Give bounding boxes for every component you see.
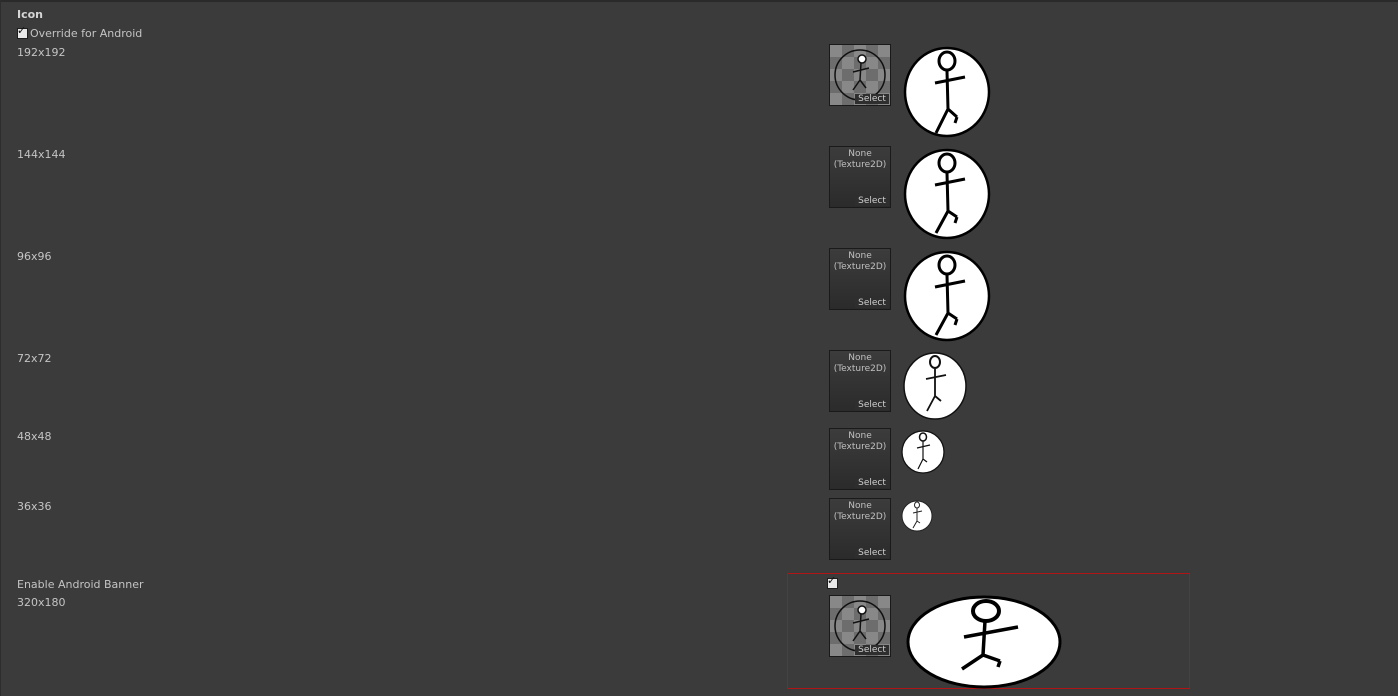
preview-192-stick-figure-icon	[903, 46, 991, 138]
select-button[interactable]: Select	[855, 94, 889, 104]
texture-slot-192[interactable]: Select	[829, 44, 891, 106]
size-label-192: 192x192	[17, 46, 66, 59]
select-button[interactable]: Select	[855, 298, 889, 308]
preview-96-stick-figure-icon	[903, 250, 991, 342]
override-checkbox[interactable]: ✓	[17, 24, 28, 39]
texture-slot-96[interactable]: None (Texture2D) Select	[829, 248, 891, 310]
preview-72-stick-figure-icon	[903, 352, 967, 420]
size-label-96: 96x96	[17, 250, 52, 263]
texture-slot-144[interactable]: None (Texture2D) Select	[829, 146, 891, 208]
texture-none-label: None (Texture2D)	[833, 149, 887, 170]
size-label-48: 48x48	[17, 430, 52, 443]
banner-enable-label: Enable Android Banner	[17, 578, 144, 591]
select-button[interactable]: Select	[855, 645, 889, 655]
texture-none-label: None (Texture2D)	[833, 251, 887, 272]
texture-slot-36[interactable]: None (Texture2D) Select	[829, 498, 891, 560]
select-button[interactable]: Select	[855, 400, 889, 410]
section-title: Icon	[17, 8, 44, 21]
override-label: Override for Android	[30, 27, 143, 40]
texture-slot-48[interactable]: None (Texture2D) Select	[829, 428, 891, 490]
banner-preview-stick-figure-icon	[906, 595, 1062, 689]
size-label-36: 36x36	[17, 500, 52, 513]
select-button[interactable]: Select	[855, 478, 889, 488]
texture-none-label: None (Texture2D)	[833, 431, 887, 452]
select-button[interactable]: Select	[855, 548, 889, 558]
size-label-72: 72x72	[17, 352, 52, 365]
texture-none-label: None (Texture2D)	[833, 353, 887, 374]
select-button[interactable]: Select	[855, 196, 889, 206]
texture-slot-72[interactable]: None (Texture2D) Select	[829, 350, 891, 412]
banner-size-label: 320x180	[17, 596, 66, 609]
checkmark-icon: ✓	[17, 24, 27, 37]
texture-none-label: None (Texture2D)	[833, 501, 887, 522]
checkmark-icon: ✓	[827, 574, 837, 587]
preview-144-stick-figure-icon	[903, 148, 991, 240]
preview-48-stick-figure-icon	[901, 430, 945, 474]
size-label-144: 144x144	[17, 148, 66, 161]
banner-texture-slot[interactable]: Select	[829, 595, 891, 657]
preview-36-stick-figure-icon	[901, 500, 933, 532]
banner-enable-checkbox[interactable]: ✓	[827, 574, 838, 589]
